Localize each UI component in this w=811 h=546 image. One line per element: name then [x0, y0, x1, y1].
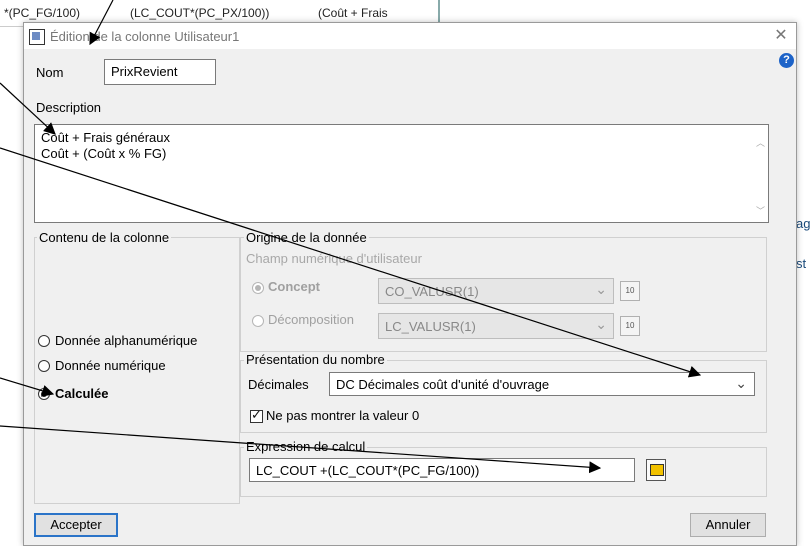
name-input[interactable]: PrixRevient	[104, 59, 216, 85]
bg-fragment-1: ag	[796, 216, 811, 231]
description-textarea[interactable]: Coût + Frais généraux Coût + (Coût x % F…	[34, 124, 769, 223]
chevron-down-icon: ⌄	[595, 281, 607, 297]
accept-button[interactable]: Accepter	[34, 513, 118, 537]
origin-subtitle: Champ numérique d'utilisateur	[246, 251, 422, 266]
scroll-down-icon[interactable]: ﹀	[756, 203, 765, 219]
description-line: Coût + (Coût x % FG)	[41, 146, 167, 161]
number-group-title: Présentation du nombre	[244, 352, 387, 367]
edit-column-dialog: Édition de la colonne Utilisateur1 ✕ ? N…	[23, 22, 797, 546]
decomposition-picker-icon[interactable]: 10	[620, 316, 640, 336]
description-line: Coût + Frais généraux	[41, 130, 170, 145]
radio-calculated-label[interactable]: Calculée	[55, 386, 108, 401]
decomposition-value: LC_VALUSR(1)	[385, 319, 476, 334]
bg-text-2: (LC_COUT*(PC_PX/100))	[130, 6, 270, 20]
hide-zero-checkbox[interactable]: ✓	[250, 407, 263, 423]
radio-numeric-label[interactable]: Donnée numérique	[55, 358, 166, 373]
name-label: Nom	[36, 65, 64, 80]
checkmark-icon: ✓	[251, 407, 262, 422]
radio-calculated[interactable]	[38, 388, 50, 400]
decimals-value: DC Décimales coût d'unité d'ouvrage	[336, 377, 550, 392]
scroll-up-icon[interactable]: ︿	[756, 135, 765, 151]
concept-label[interactable]: Concept	[268, 279, 320, 294]
concept-select[interactable]: CO_VALUSR(1) ⌄	[378, 278, 614, 304]
concept-picker-icon[interactable]: 10	[620, 281, 640, 301]
chevron-down-icon: ⌄	[595, 316, 607, 332]
radio-numeric[interactable]	[38, 360, 50, 372]
radio-concept[interactable]	[252, 282, 264, 294]
decimals-select[interactable]: DC Décimales coût d'unité d'ouvrage ⌄	[329, 372, 755, 396]
decimals-label: Décimales	[248, 377, 309, 392]
decomposition-select[interactable]: LC_VALUSR(1) ⌄	[378, 313, 614, 339]
bg-text-3: (Coût + Frais	[318, 6, 388, 20]
close-icon[interactable]: ✕	[769, 25, 793, 47]
radio-alphanumeric[interactable]	[38, 335, 50, 347]
help-icon[interactable]: ?	[779, 53, 794, 68]
bg-text-1: *(PC_FG/100)	[4, 6, 81, 20]
chevron-down-icon: ⌄	[735, 375, 747, 391]
dialog-titlebar[interactable]: Édition de la colonne Utilisateur1 ✕	[24, 23, 796, 49]
description-scrollbar[interactable]: ︿ ﹀	[752, 125, 768, 222]
description-label: Description	[36, 100, 102, 115]
expression-group-title: Expression de calcul	[244, 439, 368, 454]
hide-zero-label[interactable]: Ne pas montrer la valeur 0	[266, 408, 419, 423]
decomposition-label[interactable]: Décomposition	[268, 312, 354, 327]
cancel-button[interactable]: Annuler	[690, 513, 766, 537]
bg-fragment-2: st	[796, 256, 807, 271]
radio-alphanumeric-label[interactable]: Donnée alphanumérique	[55, 333, 197, 348]
app-icon	[29, 29, 45, 45]
concept-value: CO_VALUSR(1)	[385, 284, 479, 299]
origin-group-title: Origine de la donnée	[244, 230, 369, 245]
content-group-title: Contenu de la colonne	[37, 230, 172, 245]
expression-editor-icon[interactable]	[646, 459, 666, 481]
dialog-title: Édition de la colonne Utilisateur1	[50, 29, 240, 44]
radio-decomposition[interactable]	[252, 315, 264, 327]
expression-input[interactable]: LC_COUT +(LC_COUT*(PC_FG/100))	[249, 458, 635, 482]
